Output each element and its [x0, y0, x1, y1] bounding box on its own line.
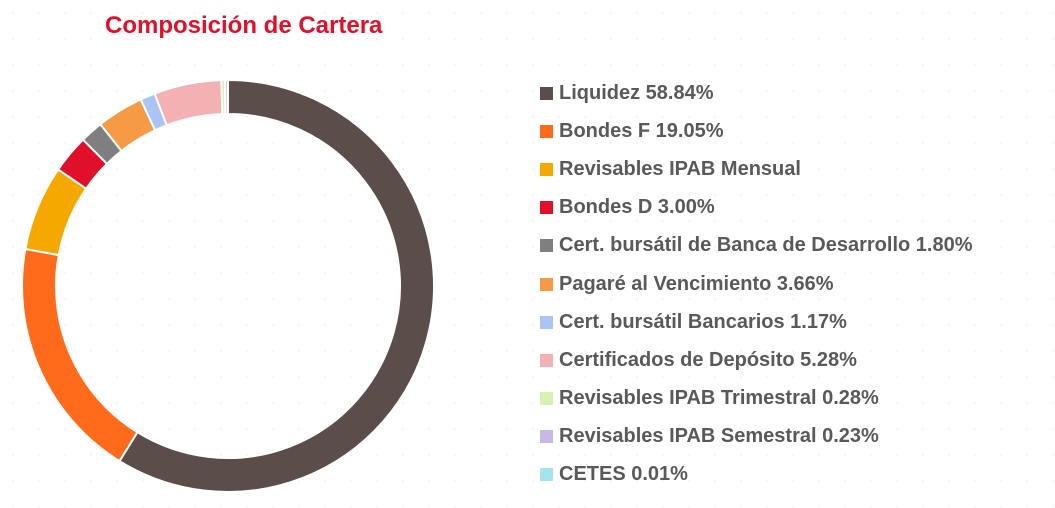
legend-item: Cert. bursátil Bancarios 1.17% [540, 303, 973, 341]
donut-chart [21, 78, 435, 493]
legend-swatch [540, 124, 553, 138]
legend-swatch [540, 468, 553, 482]
legend-item: Revisables IPAB Mensual [540, 150, 973, 188]
legend-swatch [540, 353, 553, 367]
legend-swatch [540, 430, 553, 444]
legend-swatch [540, 277, 553, 291]
legend-swatch [540, 315, 553, 329]
legend-label: Certificados de Depósito 5.28% [559, 348, 857, 371]
legend-item: Bondes D 3.00% [540, 189, 973, 227]
legend-item: Revisables IPAB Trimestral 0.28% [540, 380, 973, 418]
legend-swatch [540, 239, 553, 253]
chart-legend: Liquidez 58.84% Bondes F 19.05% Revisables… [540, 74, 973, 494]
legend-label: Pagaré al Vencimiento 3.66% [559, 272, 834, 295]
legend-item: Certificados de Depósito 5.28% [540, 341, 973, 379]
legend-label: Revisables IPAB Semestral 0.23% [559, 425, 879, 448]
legend-label: Cert. bursátil Bancarios 1.17% [559, 310, 847, 333]
legend-swatch [540, 162, 553, 176]
legend-label: Bondes F 19.05% [559, 119, 724, 142]
donut-slice [153, 79, 224, 127]
legend-item: Cert. bursátil de Banca de Desarrollo 1.… [540, 227, 973, 265]
legend-item: Revisables IPAB Semestral 0.23% [540, 418, 973, 456]
legend-label: Bondes D 3.00% [559, 196, 715, 219]
legend-item: Liquidez 58.84% [540, 74, 973, 112]
donut-slice [118, 78, 435, 493]
legend-label: Liquidez 58.84% [559, 81, 714, 104]
legend-label: Cert. bursátil de Banca de Desarrollo 1.… [559, 234, 973, 257]
legend-label: CETES 0.01% [559, 463, 688, 486]
donut-slice [21, 247, 139, 463]
legend-item: CETES 0.01% [540, 456, 973, 494]
legend-item: Pagaré al Vencimiento 3.66% [540, 265, 973, 303]
legend-label: Revisables IPAB Mensual [559, 157, 801, 180]
legend-swatch [540, 201, 553, 215]
legend-swatch [540, 86, 553, 100]
legend-item: Bondes F 19.05% [540, 112, 973, 150]
legend-label: Revisables IPAB Trimestral 0.28% [559, 387, 879, 410]
legend-swatch [540, 392, 553, 406]
